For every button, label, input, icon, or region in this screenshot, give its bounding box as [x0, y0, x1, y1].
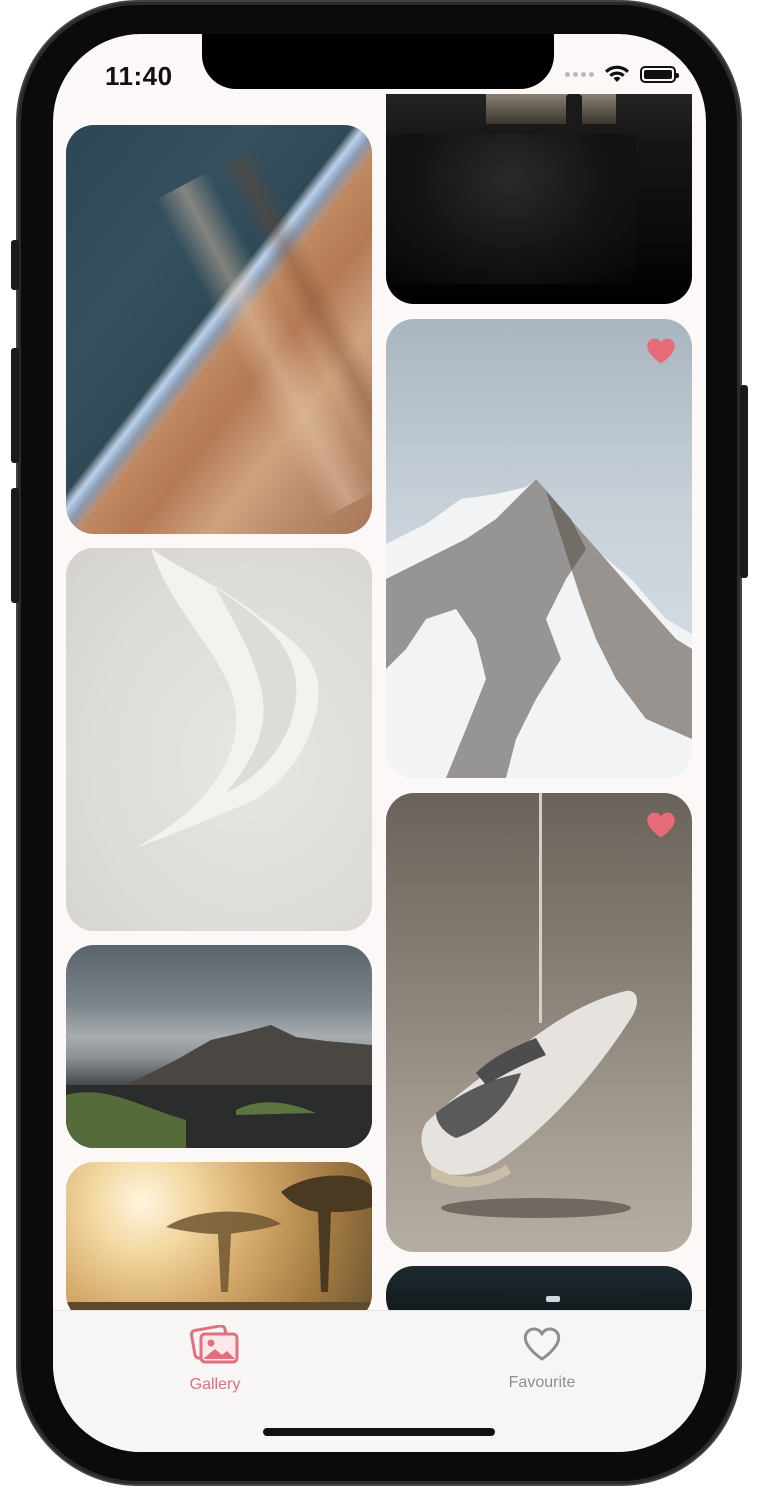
corridor-floor [386, 134, 636, 284]
app-screen: 11:40 Gallery Favourite [53, 34, 706, 1452]
person-silhouette [566, 94, 582, 132]
side-button-left-2 [11, 348, 19, 463]
sneaker-shape [421, 990, 638, 1218]
battery-icon [640, 65, 679, 83]
tree-silhouettes [66, 1175, 372, 1322]
fabric-shape [136, 548, 319, 848]
gallery-photo-savanna-sunset[interactable] [66, 1162, 372, 1322]
gallery-photo-hanging-sneaker[interactable] [386, 793, 692, 1252]
cellular-signal-icon [565, 71, 594, 77]
notch [202, 34, 554, 89]
tab-favourite[interactable]: Favourite [462, 1325, 622, 1392]
side-button-right [740, 385, 748, 578]
mountain-shape [66, 1025, 372, 1148]
snowy-peak-shape [386, 479, 692, 778]
status-indicators [565, 64, 679, 84]
photos-icon [189, 1324, 239, 1364]
wifi-icon [605, 65, 629, 82]
side-button-left-1 [11, 240, 19, 290]
night-light [546, 1296, 560, 1302]
gallery-photo-white-fabric[interactable] [66, 548, 372, 931]
tab-gallery-label: Gallery [189, 1376, 241, 1393]
tab-gallery[interactable]: Gallery [135, 1324, 295, 1394]
heart-outline-icon [523, 1327, 561, 1361]
home-indicator[interactable] [263, 1428, 495, 1436]
favourite-heart-icon[interactable] [646, 337, 676, 365]
gallery-photo-dark-corridor[interactable] [386, 94, 692, 304]
corridor-light [486, 94, 616, 124]
status-time: 11:40 [105, 61, 173, 91]
gallery-photo-snowy-mountain[interactable] [386, 319, 692, 778]
gallery-photo-aerial-coast[interactable] [66, 125, 372, 534]
gallery-photo-mountain-landscape[interactable] [66, 945, 372, 1148]
side-button-left-3 [11, 488, 19, 603]
tab-favourite-label: Favourite [508, 1374, 576, 1391]
favourite-heart-icon[interactable] [646, 811, 676, 839]
